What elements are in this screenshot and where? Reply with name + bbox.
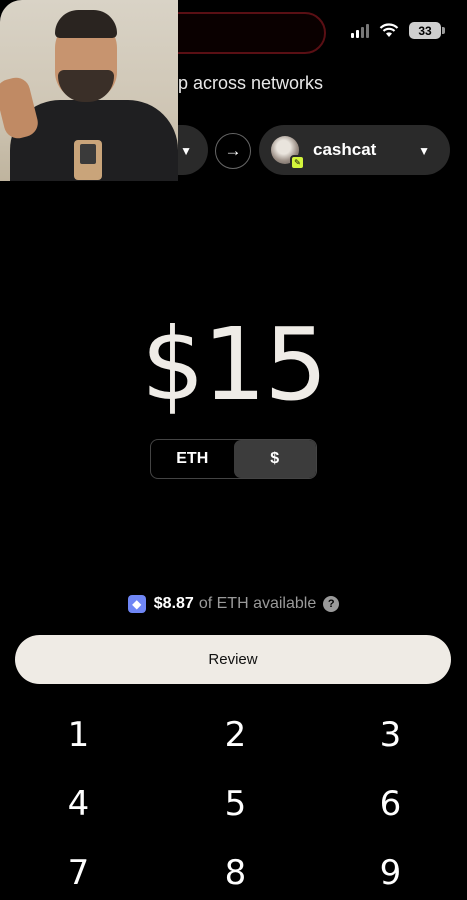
chevron-down-icon: ▼	[180, 144, 192, 158]
toggle-option-eth[interactable]: ETH	[151, 440, 234, 478]
cellular-signal-icon	[351, 23, 369, 38]
person-beard	[58, 70, 114, 102]
arrow-right-icon: →	[224, 141, 242, 160]
key-2[interactable]: 2	[157, 700, 314, 769]
amount-display: $15	[141, 306, 328, 423]
avatar: ✎	[271, 136, 305, 170]
key-4[interactable]: 4	[0, 769, 157, 838]
key-9[interactable]: 9	[314, 838, 467, 900]
battery-icon: 33	[409, 22, 445, 39]
wifi-icon	[379, 23, 399, 37]
key-1[interactable]: 1	[0, 700, 157, 769]
key-7[interactable]: 7	[0, 838, 157, 900]
battery-level: 33	[418, 23, 432, 38]
numeric-keypad: 1 2 3 4 5 6 7 8 9	[0, 700, 467, 900]
review-button[interactable]: Review	[15, 635, 451, 684]
ethereum-icon: ◆	[127, 595, 146, 613]
to-account-label: cashcat	[313, 140, 377, 159]
person-hair	[55, 10, 117, 38]
available-balance: ◆ $8.87 of ETH available ?	[0, 595, 467, 613]
key-3[interactable]: 3	[314, 700, 467, 769]
to-account-selector[interactable]: ✎ cashcat ▼	[259, 125, 450, 175]
toggle-option-usd[interactable]: $	[233, 440, 316, 478]
webcam-overlay	[0, 0, 178, 181]
swap-direction-button[interactable]: →	[215, 133, 251, 169]
edit-badge-icon: ✎	[290, 155, 305, 170]
hardware-wallet-device	[74, 140, 102, 180]
balance-text: of ETH available	[198, 595, 317, 612]
person-hand	[0, 74, 41, 142]
page-subtitle: p across networks	[178, 73, 324, 93]
key-5[interactable]: 5	[157, 769, 314, 838]
balance-amount: $8.87	[153, 595, 194, 612]
status-icons: 33	[351, 22, 445, 39]
help-icon[interactable]: ?	[323, 596, 340, 612]
unit-toggle: ETH $	[150, 439, 317, 479]
key-8[interactable]: 8	[157, 838, 314, 900]
key-6[interactable]: 6	[314, 769, 467, 838]
chevron-down-icon: ▼	[418, 144, 430, 158]
app-screen: 33 p across networks ▼ → ✎ cashcat ▼ $15…	[0, 0, 467, 900]
